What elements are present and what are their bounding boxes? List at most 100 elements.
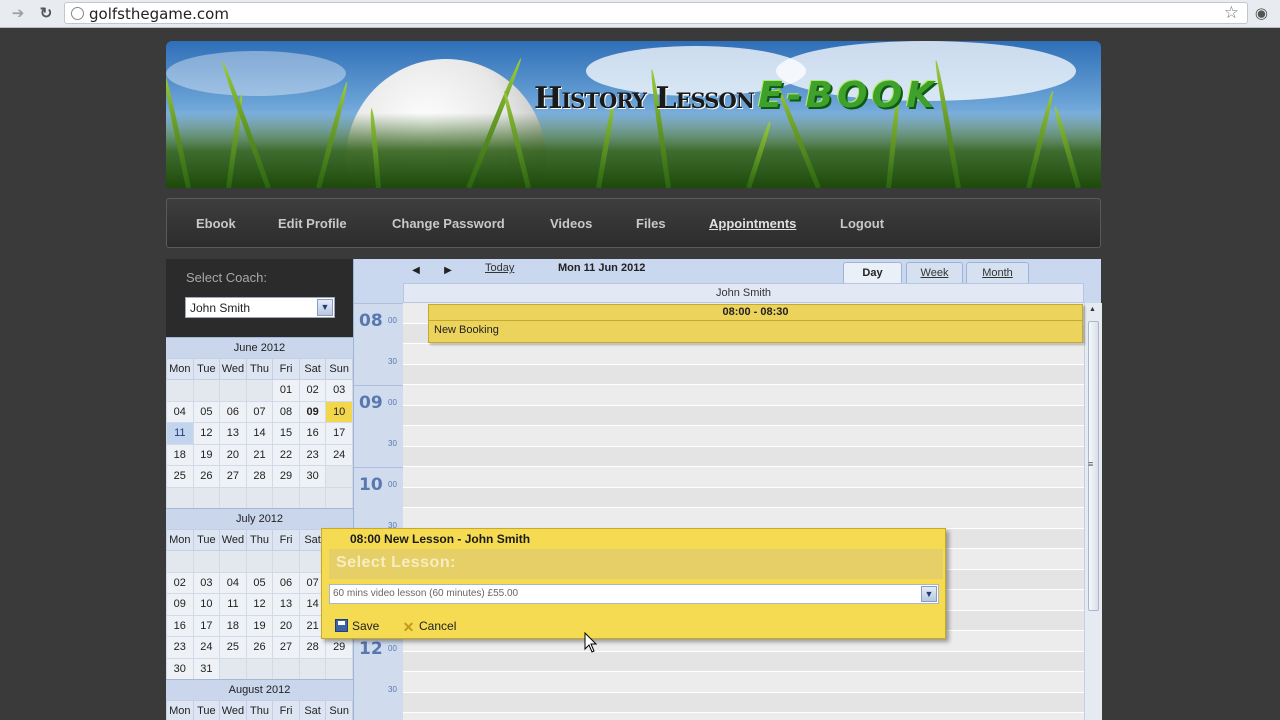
calendar-day[interactable]: 26 bbox=[192, 465, 221, 488]
time-slot[interactable] bbox=[403, 508, 1084, 529]
calendar-day[interactable]: 25 bbox=[219, 636, 247, 659]
time-slot[interactable] bbox=[403, 385, 1084, 406]
calendar-day[interactable]: 24 bbox=[325, 443, 353, 466]
calendar-day[interactable]: 01 bbox=[272, 379, 300, 402]
calendar-day[interactable]: 30 bbox=[298, 465, 327, 488]
calendar-day[interactable]: 29 bbox=[325, 636, 353, 659]
eye-extension-icon[interactable]: ◉ bbox=[1255, 4, 1268, 22]
calendar-day[interactable]: 10 bbox=[192, 593, 221, 616]
calendar-day[interactable]: 27 bbox=[272, 636, 300, 659]
calendar-day[interactable]: 17 bbox=[325, 422, 353, 445]
calendar-day[interactable]: 12 bbox=[245, 593, 274, 616]
nav-appointments[interactable]: Appointments bbox=[709, 216, 796, 231]
forward-icon[interactable]: ➔ bbox=[8, 4, 28, 24]
time-slot[interactable] bbox=[403, 426, 1084, 447]
calendar-day[interactable]: 06 bbox=[272, 571, 300, 594]
calendar-day[interactable]: 02 bbox=[298, 379, 327, 402]
nav-files[interactable]: Files bbox=[636, 216, 666, 231]
cancel-button[interactable]: ✕ Cancel bbox=[402, 619, 457, 634]
chevron-down-icon[interactable]: ▼ bbox=[921, 586, 937, 602]
calendar-day[interactable]: 11 bbox=[166, 422, 194, 445]
nav-videos[interactable]: Videos bbox=[550, 216, 592, 231]
time-slot[interactable] bbox=[403, 446, 1084, 467]
dialog-title: 08:00 New Lesson - John Smith bbox=[350, 532, 531, 546]
time-slot[interactable] bbox=[403, 692, 1084, 713]
today-link[interactable]: Today bbox=[485, 262, 514, 274]
time-slot[interactable] bbox=[403, 713, 1084, 720]
calendar-day[interactable]: 20 bbox=[219, 443, 247, 466]
calendar-day[interactable]: 05 bbox=[245, 571, 274, 594]
chevron-down-icon[interactable]: ▼ bbox=[317, 299, 333, 316]
reload-icon[interactable]: ↻ bbox=[36, 4, 56, 24]
calendar-day[interactable]: 03 bbox=[192, 571, 221, 594]
calendar-day[interactable]: 07 bbox=[245, 400, 274, 423]
calendar-day[interactable]: 23 bbox=[166, 636, 194, 659]
calendar-day[interactable]: 10 bbox=[325, 400, 353, 423]
time-slot[interactable] bbox=[403, 672, 1084, 693]
booking-event[interactable]: 08:00 - 08:30 New Booking bbox=[428, 304, 1083, 343]
calendar-day[interactable]: 09 bbox=[298, 400, 327, 423]
nav-edit-profile[interactable]: Edit Profile bbox=[278, 216, 347, 231]
calendar-day[interactable]: 21 bbox=[245, 443, 274, 466]
vertical-scrollbar[interactable]: ▲ ≡ bbox=[1084, 303, 1102, 720]
next-day-button[interactable]: ▶ bbox=[437, 262, 459, 279]
calendar-day[interactable]: 28 bbox=[245, 465, 274, 488]
calendar-day[interactable]: 11 bbox=[219, 593, 247, 616]
nav-logout[interactable]: Logout bbox=[840, 216, 884, 231]
prev-day-button[interactable]: ◀ bbox=[405, 262, 427, 279]
calendar-day[interactable]: 19 bbox=[245, 614, 274, 637]
time-slot[interactable] bbox=[403, 364, 1084, 385]
calendar-day[interactable]: 14 bbox=[245, 422, 274, 445]
calendar-day[interactable]: 27 bbox=[219, 465, 247, 488]
calendar-day[interactable]: 16 bbox=[166, 614, 194, 637]
calendar-day[interactable]: 22 bbox=[272, 443, 300, 466]
calendar-day[interactable]: 16 bbox=[298, 422, 327, 445]
tab-day[interactable]: Day bbox=[843, 262, 902, 284]
calendar-day[interactable]: 17 bbox=[192, 614, 221, 637]
calendar-day[interactable]: 13 bbox=[219, 422, 247, 445]
time-grid[interactable] bbox=[403, 303, 1084, 720]
calendar-day[interactable]: 25 bbox=[166, 465, 194, 488]
calendar-blank bbox=[166, 486, 194, 509]
calendar-day[interactable]: 05 bbox=[192, 400, 221, 423]
scroll-up-icon[interactable]: ▲ bbox=[1089, 306, 1096, 313]
time-slot[interactable] bbox=[403, 344, 1084, 365]
new-lesson-dialog: 08:00 New Lesson - John Smith Select Les… bbox=[321, 528, 946, 639]
nav-ebook[interactable]: Ebook bbox=[196, 216, 236, 231]
time-slot[interactable] bbox=[403, 651, 1084, 672]
address-bar[interactable]: golfsthegame.com ☆ bbox=[64, 2, 1248, 24]
save-button[interactable]: Save bbox=[335, 619, 379, 633]
time-slot[interactable] bbox=[403, 487, 1084, 508]
cancel-label: Cancel bbox=[419, 619, 457, 633]
tab-month[interactable]: Month bbox=[966, 262, 1029, 284]
calendar-day[interactable]: 23 bbox=[298, 443, 327, 466]
bookmark-star-icon[interactable]: ☆ bbox=[1224, 3, 1239, 23]
calendar-day[interactable]: 19 bbox=[192, 443, 221, 466]
calendar-day[interactable]: 02 bbox=[166, 571, 194, 594]
calendar-day[interactable]: 13 bbox=[272, 593, 300, 616]
calendar-day[interactable]: 12 bbox=[192, 422, 221, 445]
calendar-day[interactable]: 28 bbox=[298, 636, 327, 659]
calendar-day[interactable]: 09 bbox=[166, 593, 194, 616]
weekday-header: Mon bbox=[166, 700, 194, 720]
calendar-day[interactable]: 03 bbox=[325, 379, 353, 402]
calendar-day[interactable]: 15 bbox=[272, 422, 300, 445]
calendar-day[interactable]: 31 bbox=[192, 657, 221, 680]
coach-dropdown[interactable]: John Smith ▼ bbox=[185, 297, 335, 318]
calendar-day[interactable]: 18 bbox=[166, 443, 194, 466]
calendar-day[interactable]: 29 bbox=[272, 465, 300, 488]
time-slot[interactable] bbox=[403, 467, 1084, 488]
calendar-day[interactable]: 20 bbox=[272, 614, 300, 637]
time-slot[interactable] bbox=[403, 405, 1084, 426]
calendar-day[interactable]: 04 bbox=[219, 571, 247, 594]
calendar-day[interactable]: 26 bbox=[245, 636, 274, 659]
calendar-day[interactable]: 08 bbox=[272, 400, 300, 423]
calendar-day[interactable]: 30 bbox=[166, 657, 194, 680]
tab-week[interactable]: Week bbox=[906, 262, 963, 284]
calendar-day[interactable]: 04 bbox=[166, 400, 194, 423]
calendar-day[interactable]: 18 bbox=[219, 614, 247, 637]
lesson-dropdown[interactable]: 60 mins video lesson (60 minutes) £55.00… bbox=[329, 584, 939, 604]
calendar-day[interactable]: 06 bbox=[219, 400, 247, 423]
calendar-day[interactable]: 24 bbox=[192, 636, 221, 659]
nav-change-password[interactable]: Change Password bbox=[392, 216, 505, 231]
